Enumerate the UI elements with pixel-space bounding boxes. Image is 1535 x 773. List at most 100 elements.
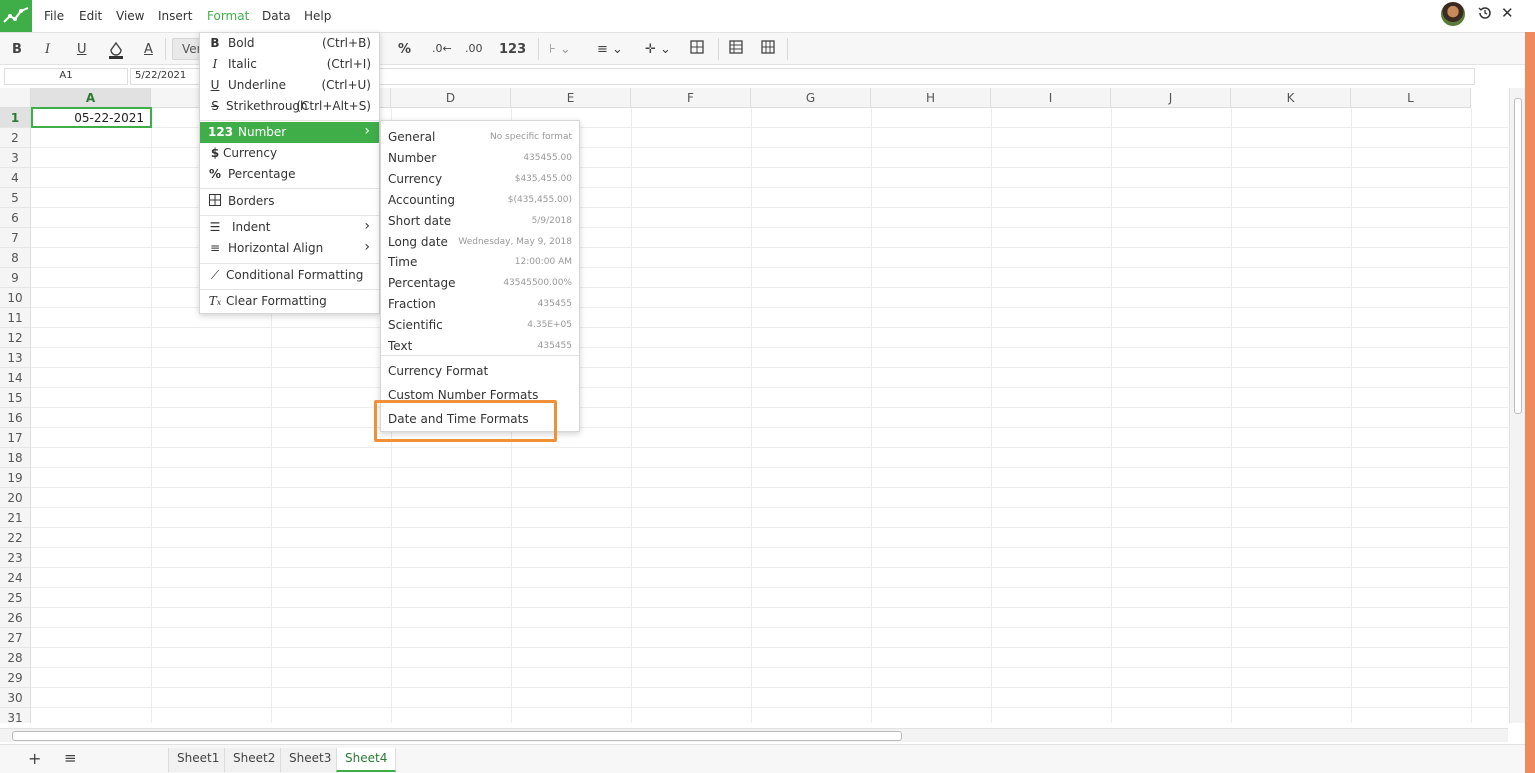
wrap-text-icon[interactable]: ≡ ⌄ (597, 42, 623, 57)
row-header-30[interactable]: 30 (0, 688, 31, 708)
format-italic-item[interactable]: I Italic (Ctrl+I) (200, 54, 379, 75)
row-header-23[interactable]: 23 (0, 548, 31, 568)
text-color-button[interactable]: A (144, 42, 153, 57)
merge-icon[interactable]: ✛ ⌄ (645, 42, 671, 57)
sheet-tab-4[interactable]: Sheet4 (336, 748, 397, 772)
add-sheet-button[interactable]: + (28, 749, 41, 768)
menu-data[interactable]: Data (262, 9, 291, 23)
number-format-accounting[interactable]: Accounting $(435,455.00) (381, 188, 579, 209)
menu-insert[interactable]: Insert (158, 9, 192, 23)
underline-button[interactable]: U (77, 42, 87, 57)
row-header-22[interactable]: 22 (0, 528, 31, 548)
bold-button[interactable]: B (12, 42, 22, 57)
borders-icon[interactable] (690, 40, 704, 58)
row-header-1[interactable]: 1 (0, 108, 31, 128)
menu-help[interactable]: Help (304, 9, 331, 23)
column-header-f[interactable]: F (631, 88, 751, 108)
format-borders-item[interactable]: Borders (200, 191, 379, 212)
row-header-16[interactable]: 16 (0, 408, 31, 428)
row-header-20[interactable]: 20 (0, 488, 31, 508)
row-header-24[interactable]: 24 (0, 568, 31, 588)
vertical-align-icon[interactable]: ⊦ ⌄ (549, 42, 571, 57)
sheet-tab-2[interactable]: Sheet2 (224, 748, 285, 772)
vertical-scroll-thumb[interactable] (1514, 98, 1522, 414)
row-header-29[interactable]: 29 (0, 668, 31, 688)
row-header-2[interactable]: 2 (0, 128, 31, 148)
select-all-corner[interactable] (0, 88, 31, 108)
format-number-item[interactable]: 123 Number › (200, 122, 379, 143)
row-header-26[interactable]: 26 (0, 608, 31, 628)
app-logo-icon[interactable] (0, 0, 32, 32)
menu-file[interactable]: File (44, 9, 64, 23)
row-header-17[interactable]: 17 (0, 428, 31, 448)
number-format-percentage[interactable]: Percentage 43545500.00% (381, 271, 579, 292)
increase-decimal-icon[interactable]: .00 (465, 42, 483, 55)
row-header-8[interactable]: 8 (0, 248, 31, 268)
user-avatar[interactable] (1441, 2, 1465, 26)
format-bold-item[interactable]: B Bold (Ctrl+B) (200, 33, 379, 54)
row-header-28[interactable]: 28 (0, 648, 31, 668)
name-box[interactable]: A1 (4, 68, 128, 85)
column-header-j[interactable]: J (1111, 88, 1231, 108)
decrease-decimal-icon[interactable]: .0← (432, 42, 452, 55)
column-header-g[interactable]: G (751, 88, 871, 108)
format-currency-item[interactable]: $ Currency (200, 143, 379, 164)
row-header-4[interactable]: 4 (0, 168, 31, 188)
menu-view[interactable]: View (116, 9, 144, 23)
number-format-currency[interactable]: Currency $435,455.00 (381, 167, 579, 188)
format-strikethrough-item[interactable]: S Strikethrough (Ctrl+Alt+S) (200, 96, 379, 117)
row-header-11[interactable]: 11 (0, 308, 31, 328)
number-format-fraction[interactable]: Fraction 435455 (381, 292, 579, 313)
vertical-scrollbar[interactable] (1509, 88, 1525, 723)
horizontal-scroll-thumb[interactable] (12, 731, 902, 741)
number-format-text[interactable]: Text 435455 (381, 334, 579, 355)
column-header-h[interactable]: H (871, 88, 991, 108)
insert-column-icon[interactable] (761, 40, 775, 58)
row-header-5[interactable]: 5 (0, 188, 31, 208)
column-header-e[interactable]: E (511, 88, 631, 108)
horizontal-scrollbar[interactable] (0, 728, 1508, 742)
number-format-time[interactable]: Time 12:00:00 AM (381, 250, 579, 271)
column-header-a[interactable]: A (31, 88, 151, 108)
row-header-10[interactable]: 10 (0, 288, 31, 308)
column-header-d[interactable]: D (391, 88, 511, 108)
column-header-i[interactable]: I (991, 88, 1111, 108)
number-format-long-date[interactable]: Long date Wednesday, May 9, 2018 (381, 230, 579, 251)
sheet-list-button[interactable]: ≡ (64, 749, 77, 767)
insert-row-icon[interactable] (729, 40, 743, 58)
format-horizontal-align-item[interactable]: ≡ Horizontal Align › (200, 238, 379, 259)
percent-button[interactable]: % (398, 42, 411, 57)
row-header-25[interactable]: 25 (0, 588, 31, 608)
number-format-scientific[interactable]: Scientific 4.35E+05 (381, 313, 579, 334)
row-header-21[interactable]: 21 (0, 508, 31, 528)
column-header-k[interactable]: K (1231, 88, 1351, 108)
number-format-short-date[interactable]: Short date 5/9/2018 (381, 209, 579, 230)
format-conditional-item[interactable]: ⟋ Conditional Formatting (200, 265, 379, 286)
number-format-general[interactable]: General No specific format (381, 125, 579, 146)
column-header-l[interactable]: L (1351, 88, 1471, 108)
cell-a1[interactable]: 05-22-2021 (31, 107, 152, 128)
row-header-31[interactable]: 31 (0, 708, 31, 723)
sheet-tab-3[interactable]: Sheet3 (280, 748, 341, 772)
italic-button[interactable]: I (45, 42, 50, 57)
menu-edit[interactable]: Edit (79, 9, 102, 23)
close-icon[interactable]: ✕ (1501, 4, 1514, 22)
row-header-7[interactable]: 7 (0, 228, 31, 248)
format-underline-item[interactable]: U Underline (Ctrl+U) (200, 75, 379, 96)
row-header-3[interactable]: 3 (0, 148, 31, 168)
format-percentage-item[interactable]: % Percentage (200, 164, 379, 185)
row-header-12[interactable]: 12 (0, 328, 31, 348)
row-header-15[interactable]: 15 (0, 388, 31, 408)
number-format-number[interactable]: Number 435455.00 (381, 146, 579, 167)
row-header-13[interactable]: 13 (0, 348, 31, 368)
fill-color-icon[interactable] (108, 41, 124, 63)
row-header-19[interactable]: 19 (0, 468, 31, 488)
currency-format-item[interactable]: Currency Format (381, 359, 579, 380)
row-header-14[interactable]: 14 (0, 368, 31, 388)
row-header-27[interactable]: 27 (0, 628, 31, 648)
sheet-tab-1[interactable]: Sheet1 (168, 748, 229, 772)
format-clear-item[interactable]: Tx Clear Formatting (200, 291, 379, 312)
number-format-button[interactable]: 123 (499, 42, 526, 57)
row-header-18[interactable]: 18 (0, 448, 31, 468)
format-indent-item[interactable]: ☰ Indent › (200, 217, 379, 238)
